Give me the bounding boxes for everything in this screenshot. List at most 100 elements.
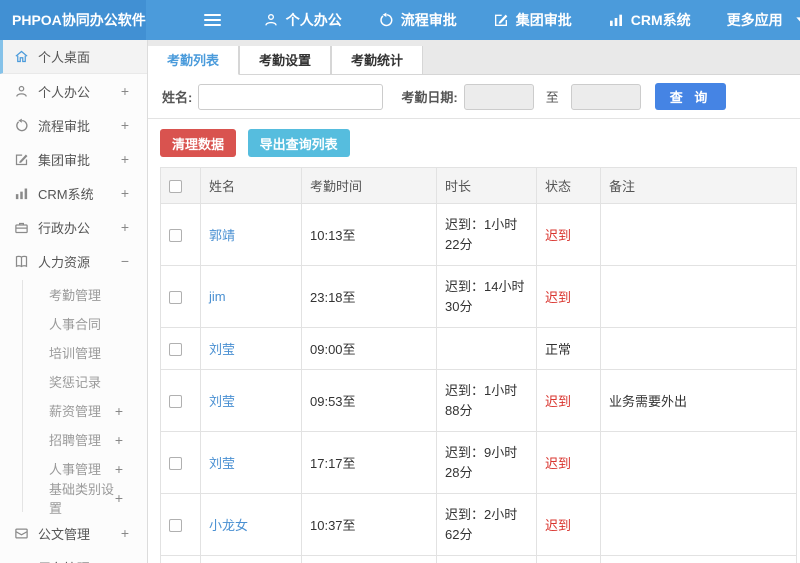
tab-bar: 考勤列表 考勤设置 考勤统计 bbox=[148, 40, 800, 75]
checkbox-cell bbox=[160, 203, 201, 266]
name-link[interactable]: 刘莹 bbox=[200, 431, 302, 494]
expand-toggle-icon[interactable]: + bbox=[115, 403, 123, 419]
table-row: jim 23:18至 迟到：14小时30分 迟到 bbox=[160, 265, 797, 328]
sidebar-item-icon bbox=[14, 152, 29, 167]
row-checkbox[interactable] bbox=[169, 291, 182, 305]
date-label: 考勤日期: bbox=[401, 90, 458, 105]
time-cell: 17:17至 bbox=[301, 431, 437, 494]
name-input[interactable] bbox=[198, 83, 384, 110]
clear-data-button[interactable]: 清理数据 bbox=[160, 129, 237, 157]
name-link[interactable]: 刘莹 bbox=[200, 327, 302, 370]
toolbar: 清理数据 导出查询列表 bbox=[148, 119, 800, 167]
expand-toggle-icon[interactable]: + bbox=[121, 559, 129, 563]
status-badge: 迟到 bbox=[536, 493, 601, 556]
nav-item[interactable]: 集团审批 bbox=[493, 10, 572, 30]
nav-item[interactable]: 更多应用 bbox=[727, 10, 800, 30]
duration-cell: 迟到：14小时30分 bbox=[436, 265, 537, 328]
sidebar-subitem[interactable]: 招聘管理 + bbox=[23, 425, 147, 454]
sidebar-item[interactable]: 个人桌面 bbox=[0, 40, 147, 74]
query-button[interactable]: 查 询 bbox=[654, 83, 727, 110]
note-cell bbox=[600, 265, 797, 328]
export-list-button[interactable]: 导出查询列表 bbox=[247, 129, 350, 157]
expand-toggle-icon[interactable]: + bbox=[121, 117, 129, 133]
expand-toggle-icon[interactable]: + bbox=[121, 151, 129, 167]
attendance-table: 姓名 考勤时间 时长 状态 备注 郭靖 10:13至 迟到：1小时22分 迟到 … bbox=[160, 167, 797, 563]
tab[interactable]: 考勤统计 bbox=[331, 46, 424, 75]
sidebar-subitem[interactable]: 人事合同 bbox=[23, 309, 147, 338]
table-row: 刘莹 17:17至 迟到：9小时28分 迟到 bbox=[160, 431, 797, 494]
caret-down-icon bbox=[793, 12, 800, 28]
sidebar-item[interactable]: CRM系统 + bbox=[0, 176, 147, 210]
time-cell: 10:54至10:54 bbox=[301, 555, 437, 563]
sidebar-subitem[interactable]: 基础类别设置 + bbox=[23, 482, 147, 516]
name-link[interactable]: 郭靖 bbox=[200, 203, 302, 266]
note-cell bbox=[600, 493, 797, 556]
row-checkbox[interactable] bbox=[169, 457, 182, 471]
menu-icon[interactable] bbox=[203, 11, 221, 29]
tab[interactable]: 考勤设置 bbox=[239, 46, 332, 75]
date-to-input[interactable] bbox=[570, 83, 641, 110]
expand-toggle-icon[interactable]: + bbox=[115, 432, 123, 448]
name-link[interactable]: 小龙女 bbox=[200, 493, 302, 556]
date-to-label: 至 bbox=[545, 90, 559, 105]
expand-toggle-icon[interactable]: − bbox=[121, 253, 129, 269]
sidebar-item[interactable]: 集团审批 + bbox=[0, 142, 147, 176]
app-logo: PHPOA协同办公软件 bbox=[0, 0, 146, 40]
sidebar-item-label: 流程审批 bbox=[38, 118, 91, 134]
nav-icon bbox=[608, 12, 624, 28]
expand-toggle-icon[interactable]: + bbox=[121, 185, 129, 201]
sidebar-item[interactable]: 用车管理 + bbox=[0, 550, 147, 563]
select-all-cell bbox=[160, 167, 201, 204]
sidebar-item-icon bbox=[14, 49, 29, 64]
sidebar-subitem[interactable]: 奖惩记录 bbox=[23, 367, 147, 396]
sidebar-item[interactable]: 流程审批 + bbox=[0, 108, 147, 142]
sidebar: 个人桌面 个人办公 + 流程审批 + 集团审批 + CRM系统 + 行政办公 +… bbox=[0, 40, 148, 563]
nav-icon bbox=[493, 12, 509, 28]
expand-toggle-icon[interactable]: + bbox=[121, 525, 129, 541]
top-header: PHPOA协同办公软件 个人办公 流程审批 集团审批 CRM系统 更多应用 bbox=[0, 0, 800, 40]
nav-item-label: 流程审批 bbox=[400, 12, 457, 28]
duration-cell: 迟到：9小时28分 bbox=[436, 431, 537, 494]
nav-item[interactable]: 个人办公 bbox=[263, 10, 342, 30]
nav-item[interactable]: CRM系统 bbox=[608, 10, 691, 30]
sidebar-item[interactable]: 行政办公 + bbox=[0, 210, 147, 244]
sidebar-item[interactable]: 人力资源 − bbox=[0, 244, 147, 278]
sidebar-subitem[interactable]: 薪资管理 + bbox=[23, 396, 147, 425]
sidebar-subitem-label: 培训管理 bbox=[49, 346, 102, 361]
sidebar-item[interactable]: 个人办公 + bbox=[0, 74, 147, 108]
row-checkbox[interactable] bbox=[169, 229, 182, 243]
name-link[interactable]: 管理员 bbox=[200, 555, 302, 563]
name-link[interactable]: 刘莹 bbox=[200, 369, 302, 432]
expand-toggle-icon[interactable]: + bbox=[121, 83, 129, 99]
sidebar-item[interactable]: 公文管理 + bbox=[0, 516, 147, 550]
nav-item[interactable]: 流程审批 bbox=[378, 10, 457, 30]
sidebar-item-label: 用车管理 bbox=[38, 558, 112, 563]
select-all-checkbox[interactable] bbox=[169, 180, 182, 194]
time-cell: 09:00至 bbox=[301, 327, 437, 370]
expand-toggle-icon[interactable]: + bbox=[115, 461, 123, 477]
table-row: 管理员 10:54至10:54 迟到：2小时90分 早退：7小时10分 迟到/早… bbox=[160, 555, 797, 563]
tab[interactable]: 考勤列表 bbox=[148, 46, 240, 75]
sidebar-subitem[interactable]: 培训管理 bbox=[23, 338, 147, 367]
time-cell: 10:37至 bbox=[301, 493, 437, 556]
status-badge: 迟到/早退 bbox=[536, 555, 601, 563]
note-cell: 业务需要外出 bbox=[600, 369, 797, 432]
row-checkbox[interactable] bbox=[169, 343, 182, 357]
nav-icon bbox=[378, 12, 394, 28]
checkbox-cell bbox=[160, 265, 201, 328]
sidebar-menu: 个人桌面 个人办公 + 流程审批 + 集团审批 + CRM系统 + 行政办公 +… bbox=[0, 40, 147, 563]
row-checkbox[interactable] bbox=[169, 395, 182, 409]
name-link[interactable]: jim bbox=[200, 265, 302, 328]
column-header-duration: 时长 bbox=[436, 167, 537, 204]
expand-toggle-icon[interactable]: + bbox=[121, 219, 129, 235]
date-from-input[interactable] bbox=[463, 83, 534, 110]
sidebar-subitem-label: 薪资管理 bbox=[49, 404, 102, 419]
sidebar-subitem-label: 人事管理 bbox=[49, 462, 102, 477]
sidebar-subitem[interactable]: 考勤管理 bbox=[23, 280, 147, 309]
sidebar-item-label: 个人桌面 bbox=[38, 50, 91, 65]
expand-toggle-icon[interactable]: + bbox=[115, 490, 123, 506]
row-checkbox[interactable] bbox=[169, 519, 182, 533]
duration-cell: 迟到：1小时22分 bbox=[436, 203, 537, 266]
status-badge: 迟到 bbox=[536, 431, 601, 494]
sidebar-item-label: 集团审批 bbox=[38, 152, 91, 168]
